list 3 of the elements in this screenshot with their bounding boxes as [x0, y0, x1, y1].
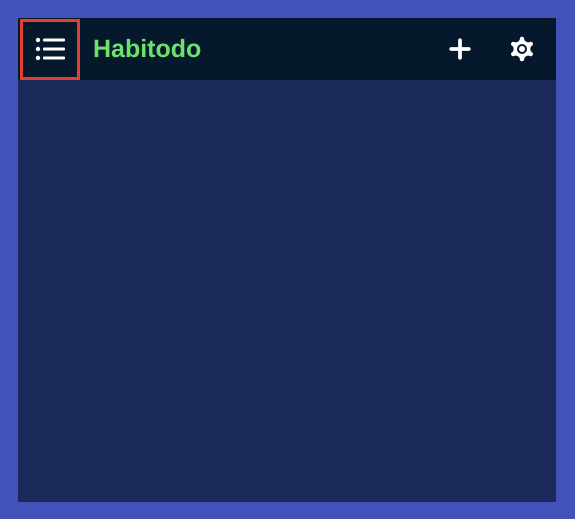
app-title: Habitodo: [93, 34, 202, 64]
menu-button[interactable]: [20, 18, 80, 80]
menu-icon: [35, 37, 65, 61]
